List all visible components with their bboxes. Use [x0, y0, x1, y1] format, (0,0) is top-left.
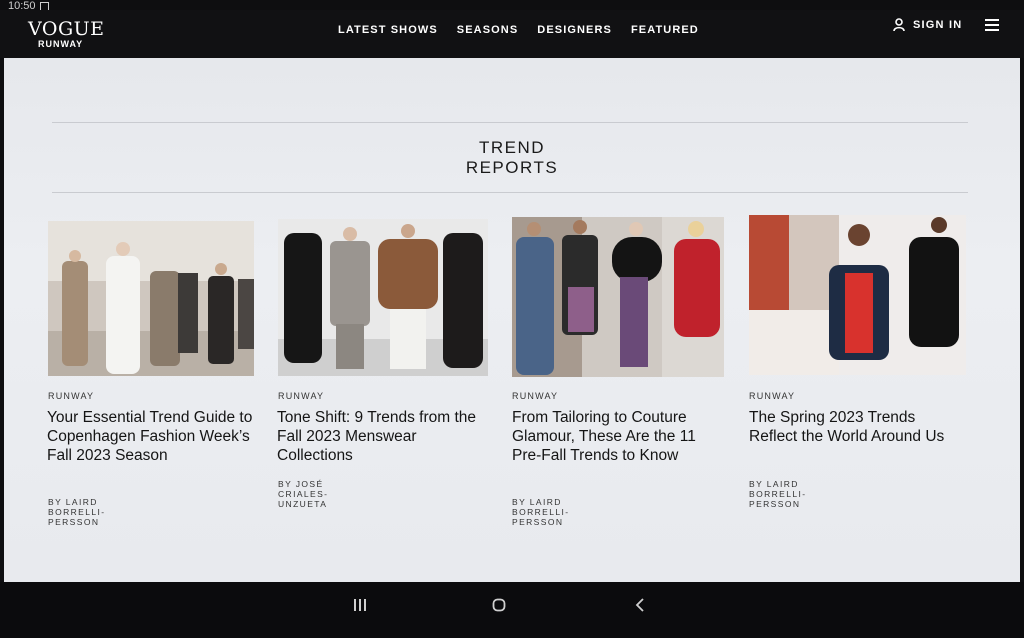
- main-nav: LATEST SHOWS SEASONS DESIGNERS FEATURED: [338, 24, 699, 36]
- back-icon[interactable]: [635, 598, 645, 617]
- nav-seasons[interactable]: SEASONS: [457, 24, 519, 36]
- card-1-kicker: RUNWAY: [48, 391, 95, 401]
- card-2-byline: BY JOSÉ CRIALES-UNZUETA: [278, 479, 329, 509]
- sign-in-button[interactable]: SIGN IN: [893, 18, 962, 31]
- vogue-runway-logo[interactable]: VOGUE RUNWAY: [28, 18, 105, 50]
- site-header: VOGUE RUNWAY LATEST SHOWS SEASONS DESIGN…: [0, 10, 1024, 58]
- section-title-line2: REPORTS: [465, 158, 559, 177]
- card-3-title[interactable]: From Tailoring to Couture Glamour, These…: [512, 408, 727, 465]
- home-icon[interactable]: [492, 598, 506, 617]
- card-4-image[interactable]: [749, 215, 966, 375]
- divider-bottom: [52, 192, 968, 193]
- card-4-title[interactable]: The Spring 2023 Trends Reflect the World…: [749, 408, 964, 446]
- card-3-kicker: RUNWAY: [512, 391, 559, 401]
- nav-latest-shows[interactable]: LATEST SHOWS: [338, 24, 438, 36]
- card-4-byline: BY LAIRD BORRELLI-PERSSON: [749, 479, 807, 509]
- divider-top: [52, 122, 968, 123]
- card-4-kicker: RUNWAY: [749, 391, 796, 401]
- card-1-title[interactable]: Your Essential Trend Guide to Copenhagen…: [47, 408, 262, 465]
- section-title: TREND REPORTS: [4, 138, 1020, 178]
- logo-runway: RUNWAY: [38, 39, 84, 49]
- recent-apps-icon[interactable]: [353, 598, 367, 616]
- logo-vogue: VOGUE: [28, 18, 105, 40]
- card-1-image[interactable]: [48, 221, 254, 376]
- card-2-kicker: RUNWAY: [278, 391, 325, 401]
- nav-designers[interactable]: DESIGNERS: [537, 24, 612, 36]
- card-2-title[interactable]: Tone Shift: 9 Trends from the Fall 2023 …: [277, 408, 492, 465]
- hamburger-menu-icon[interactable]: [985, 19, 999, 34]
- page-content: TREND REPORTS RUNWAY Your Essential Tren…: [4, 58, 1020, 582]
- card-1-byline: BY LAIRD BORRELLI-PERSSON: [48, 497, 106, 527]
- user-icon: [893, 18, 905, 31]
- nav-featured[interactable]: FEATURED: [631, 24, 699, 36]
- card-3-image[interactable]: [512, 217, 724, 377]
- section-title-line1: TREND: [478, 138, 546, 157]
- card-3-byline: BY LAIRD BORRELLI-PERSSON: [512, 497, 570, 527]
- system-navigation-bar: [0, 582, 1024, 638]
- sign-in-label: SIGN IN: [913, 18, 963, 31]
- card-2-image[interactable]: [278, 219, 488, 376]
